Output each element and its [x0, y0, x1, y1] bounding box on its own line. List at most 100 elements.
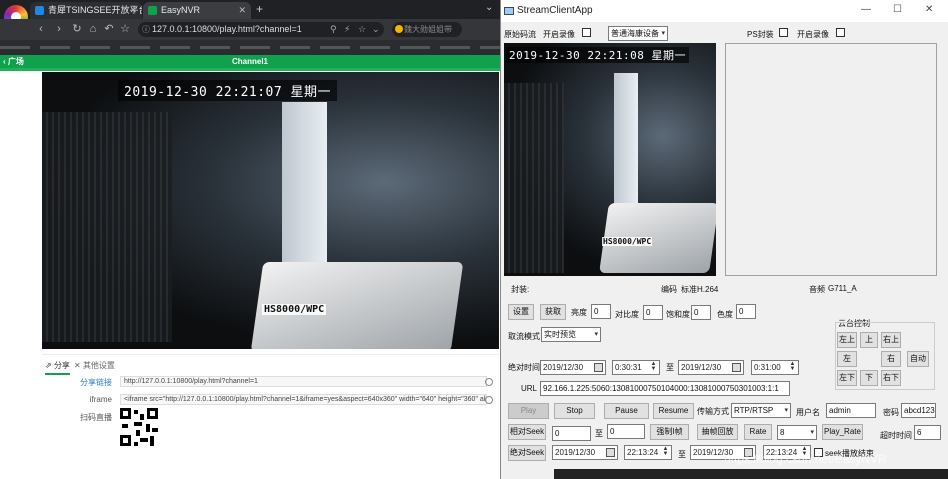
page-header: ‹ 广场 Channel1 — [0, 55, 500, 68]
back-arrow-icon[interactable]: ‹ — [34, 21, 48, 37]
ptz-up-left-button[interactable]: 左上 — [837, 332, 857, 348]
record-checkbox-1[interactable] — [582, 28, 591, 37]
tab-tsingsee[interactable]: 青犀TSINGSEE开放平台 ✕ — [30, 2, 142, 19]
play-button[interactable]: Play — [508, 403, 549, 419]
video-player[interactable]: 2019-12-30 22:21:07 星期一 HS8000/WPC — [42, 72, 499, 349]
saturation-label: 饱和度 — [666, 310, 690, 319]
home-icon[interactable]: ⌂ — [86, 21, 100, 37]
white-cabinet — [614, 73, 638, 223]
ptz-down-button[interactable]: 下 — [860, 370, 878, 386]
abs-date-end[interactable]: 2019/12/30 — [678, 360, 744, 375]
transport-select[interactable]: RTP/RTSP ▾ — [731, 403, 791, 418]
minimize-button[interactable]: — — [861, 4, 871, 15]
translate-icon[interactable]: ⚡ — [344, 22, 350, 37]
ptz-left-button[interactable]: 左 — [837, 351, 857, 367]
tab-easynvr[interactable]: EasyNVR ✕ — [143, 2, 251, 19]
tab-search-icon[interactable]: ⌄ — [485, 2, 493, 13]
abs-date-start[interactable]: 2019/12/30 — [540, 360, 606, 375]
qr-label: 扫码直播 — [80, 413, 112, 422]
dropdown-icon[interactable]: ⌄ — [372, 22, 380, 37]
horizontal-scrollbar[interactable] — [554, 469, 948, 479]
timeout-input[interactable]: 6 — [914, 425, 941, 440]
zoom-icon[interactable]: ⚲ — [330, 22, 337, 37]
relative-seek-button[interactable]: 相对Seek — [508, 424, 546, 440]
contrast-input[interactable]: 0 — [643, 305, 663, 320]
spinner-icon[interactable]: ▲ ▼ — [788, 361, 797, 373]
frame-playback-button[interactable]: 抽帧回放 — [697, 424, 738, 440]
copy-link-icon[interactable] — [485, 378, 493, 386]
calendar-icon[interactable] — [594, 363, 603, 372]
undo-icon[interactable]: ↶ — [102, 21, 116, 37]
forward-arrow-icon[interactable]: › — [52, 21, 66, 37]
codec-label: 编码 — [661, 285, 677, 294]
hue-input[interactable]: 0 — [736, 304, 756, 319]
browser-window: 青犀TSINGSEE开放平台 ✕ EasyNVR ✕ + ⌄ ‹ › ↻ ⌂ ↶… — [0, 0, 500, 479]
play-rate-button[interactable]: Play_Rate — [822, 424, 863, 440]
ptz-up-button[interactable]: 上 — [860, 332, 878, 348]
close-button[interactable]: ✕ — [925, 4, 933, 15]
rate-button[interactable]: Rate — [744, 424, 772, 440]
relative-seek-from[interactable]: 0 — [552, 426, 591, 441]
force-iframe-button[interactable]: 强制I帧 — [650, 424, 689, 440]
seek-date-start[interactable]: 2019/12/30 — [552, 445, 618, 460]
to-label-1: 至 — [666, 363, 674, 372]
pause-button[interactable]: Pause — [604, 403, 649, 419]
maximize-button[interactable]: ☐ — [893, 4, 902, 15]
chevron-down-icon: ▾ — [810, 429, 814, 436]
ptz-auto-button[interactable]: 自动 — [907, 351, 929, 367]
tab-share[interactable]: ⇗ 分享 — [45, 360, 70, 375]
record-label-1: 开启录像 — [543, 30, 575, 39]
close-tab-icon[interactable]: ✕ — [129, 2, 137, 19]
username-input[interactable]: admin — [826, 403, 876, 418]
stream-video[interactable]: 2019-12-30 22:21:08 星期一 HS8000/WPC — [504, 43, 716, 276]
password-input[interactable]: abcd123 — [901, 403, 936, 418]
iframe-label: iframe — [89, 395, 112, 404]
search-box[interactable]: 魏大勋姐姐带 — [392, 22, 462, 37]
tab-bar: 青犀TSINGSEE开放平台 ✕ EasyNVR ✕ + ⌄ — [0, 0, 500, 29]
ptz-down-right-button[interactable]: 右下 — [881, 370, 901, 386]
ps-checkbox[interactable] — [779, 28, 788, 37]
resume-button[interactable]: Resume — [653, 403, 694, 419]
abs-time-end[interactable]: 0:31:00 ▲ ▼ — [751, 360, 799, 375]
easynvr-favicon-icon — [148, 6, 157, 15]
stop-button[interactable]: Stop — [554, 403, 595, 419]
copy-iframe-icon[interactable] — [485, 396, 493, 404]
spinner-icon[interactable]: ▲ ▼ — [661, 446, 670, 458]
share-panel: ⇗ 分享 ✕ 其他设置 分享链接 http://127.0.0.1:10800/… — [42, 354, 499, 454]
iframe-field[interactable]: <iframe src="http://127.0.0.1:10800/play… — [120, 394, 487, 405]
transport-label: 传输方式 — [697, 407, 729, 416]
calendar-icon[interactable] — [606, 448, 615, 457]
ptz-right-button[interactable]: 右 — [881, 351, 901, 367]
saturation-input[interactable]: 0 — [691, 305, 711, 320]
share-link-field[interactable]: http://127.0.0.1:10800/play.html?channel… — [120, 376, 487, 387]
abs-time-start[interactable]: 0:30:31 ▲ ▼ — [612, 360, 660, 375]
bookmark-star-icon[interactable]: ☆ — [118, 21, 132, 37]
record-checkbox-2[interactable] — [836, 28, 845, 37]
raw-stream-label: 原始码流 — [504, 30, 536, 39]
url-input[interactable]: 92.166.1.225:5060:13081000750104000:1308… — [540, 381, 790, 396]
ptz-up-right-button[interactable]: 右上 — [881, 332, 901, 348]
device-type-select[interactable]: 普通海康设备 ▾ — [608, 26, 668, 41]
get-button[interactable]: 获取 — [540, 304, 566, 320]
tab-other-settings[interactable]: ✕ 其他设置 — [74, 360, 115, 371]
absolute-seek-button[interactable]: 绝对Seek — [508, 445, 546, 461]
favorite-star-icon[interactable]: ☆ — [358, 22, 366, 37]
new-tab-button[interactable]: + — [256, 2, 263, 16]
camera-label: HS8000/WPC — [262, 304, 327, 315]
settings-button[interactable]: 设置 — [508, 304, 534, 320]
brightness-label: 亮度 — [571, 308, 587, 317]
ptz-down-left-button[interactable]: 左下 — [837, 370, 857, 386]
spinner-icon[interactable]: ▲ ▼ — [649, 361, 658, 373]
brightness-input[interactable]: 0 — [591, 304, 611, 319]
close-tab-icon[interactable]: ✕ — [238, 2, 246, 19]
reload-icon[interactable]: ↻ — [70, 21, 84, 37]
audio-value: G711_A — [828, 284, 857, 293]
to-label-2: 至 — [595, 429, 603, 438]
site-info-icon[interactable]: ⓘ — [142, 22, 150, 37]
address-bar[interactable]: ⓘ 127.0.0.1:10800/play.html?channel=1 ⚲ … — [138, 22, 384, 37]
relative-seek-to[interactable]: 0 — [607, 424, 645, 439]
seek-time-start[interactable]: 22:13:24 ▲ ▼ — [624, 445, 672, 460]
calendar-icon[interactable] — [732, 363, 741, 372]
rate-select[interactable]: 8 ▾ — [777, 425, 817, 440]
stream-mode-select[interactable]: 实时预览 ▾ — [541, 327, 601, 342]
